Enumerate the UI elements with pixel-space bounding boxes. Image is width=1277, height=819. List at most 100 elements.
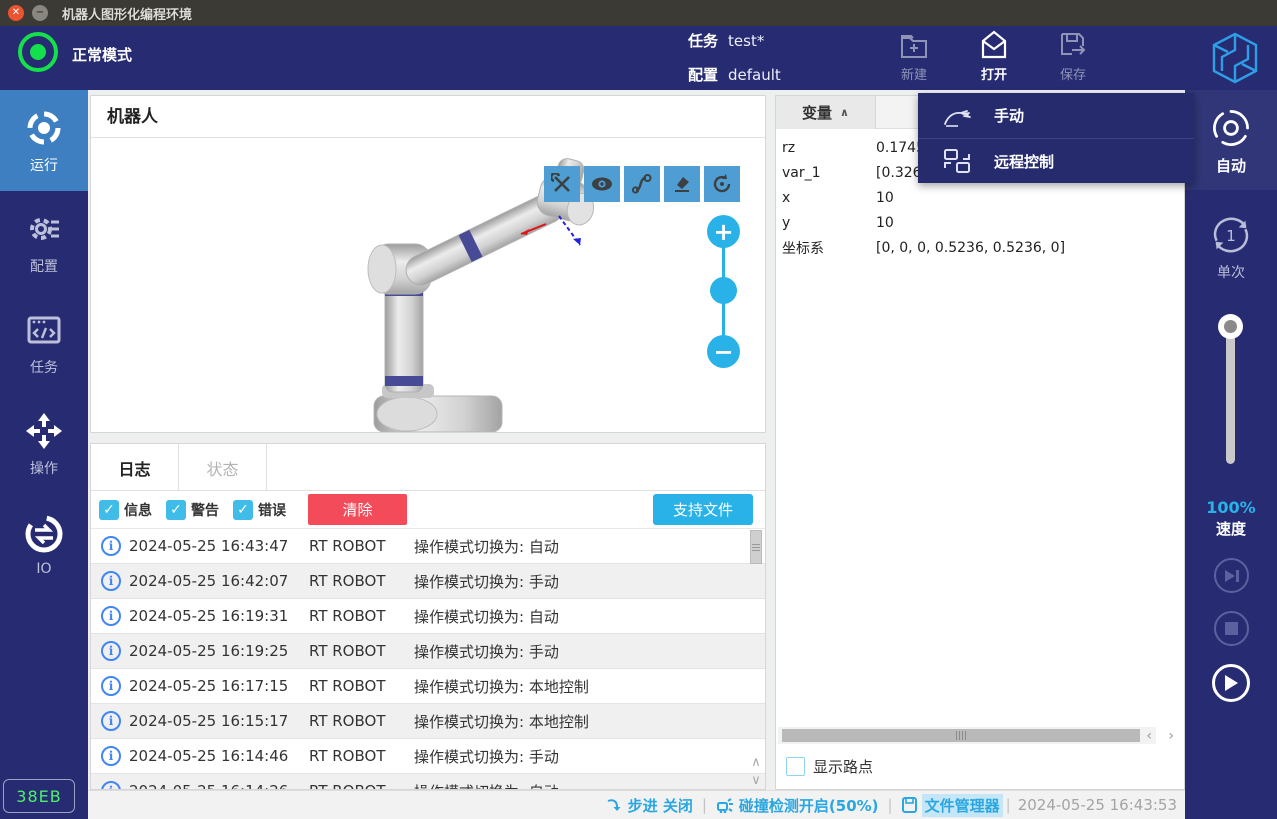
filter-warning-checkbox[interactable]: ✓ xyxy=(166,500,186,520)
save-task-button[interactable]: 保存 xyxy=(1041,28,1105,88)
log-message: 操作模式切换为: 手动 xyxy=(414,641,765,662)
config-field: 配置default xyxy=(688,64,781,85)
log-message: 操作模式切换为: 手动 xyxy=(414,571,765,592)
variable-row[interactable]: y 10 xyxy=(776,210,1184,235)
status-divider: | xyxy=(888,796,893,814)
stop-icon xyxy=(1225,622,1238,635)
scroll-down-icon[interactable]: ∨ xyxy=(749,773,763,789)
zoom-in-button[interactable]: + xyxy=(707,215,740,248)
variable-value: 10 xyxy=(876,190,1184,206)
step-over-button[interactable] xyxy=(1214,558,1249,593)
filter-error-checkbox[interactable]: ✓ xyxy=(233,500,253,520)
single-cycle-icon: 1 xyxy=(1207,212,1255,258)
scroll-up-icon[interactable]: ∧ xyxy=(749,755,763,771)
status-divider: | xyxy=(702,796,707,814)
sidebar-item-io[interactable]: IO xyxy=(0,494,88,595)
new-task-button[interactable]: 新建 xyxy=(882,28,946,88)
zoom-control: + − xyxy=(707,215,741,368)
variables-collapse-tab[interactable]: 变量 ∧ xyxy=(776,96,876,129)
filter-info-checkbox[interactable]: ✓ xyxy=(99,500,119,520)
collision-status[interactable]: 碰撞检测开启(50%) xyxy=(716,795,879,816)
show-waypoints-label: 显示路点 xyxy=(813,756,873,777)
sidebar-item-label: 配置 xyxy=(30,256,58,276)
variables-panel: 变量 ∧ rz 0.1745 var_1 [0.326 x 10 y 10 坐标 xyxy=(775,95,1185,790)
variable-row[interactable]: x 10 xyxy=(776,185,1184,210)
hscrollbar-thumb[interactable] xyxy=(782,729,1140,742)
variable-row[interactable]: 坐标系 [0, 0, 0, 0.5236, 0.5236, 0] xyxy=(776,235,1184,260)
step-icon xyxy=(606,798,623,813)
log-row[interactable]: i 2024-05-25 16:19:25 RT ROBOT 操作模式切换为: … xyxy=(91,634,765,669)
play-button[interactable] xyxy=(1212,664,1250,702)
log-time: 2024-05-25 16:17:15 xyxy=(129,677,309,695)
single-run-label: 单次 xyxy=(1217,262,1245,282)
log-message: 操作模式切换为: 本地控制 xyxy=(414,676,765,697)
show-waypoints-checkbox[interactable] xyxy=(786,757,805,776)
stop-button[interactable] xyxy=(1214,611,1249,646)
hand-icon xyxy=(942,104,972,128)
support-file-button[interactable]: 支持文件 xyxy=(653,494,753,525)
save-icon xyxy=(1056,28,1090,62)
window-title: 机器人图形化编程环境 xyxy=(62,4,192,23)
tools-button[interactable] xyxy=(544,166,580,202)
clear-log-button[interactable]: 清除 xyxy=(308,494,407,525)
filter-info-label: 信息 xyxy=(124,500,152,520)
log-time: 2024-05-25 16:14:46 xyxy=(129,747,309,765)
reset-view-button[interactable] xyxy=(704,166,740,202)
tab-status[interactable]: 状态 xyxy=(179,444,267,491)
info-icon: i xyxy=(101,711,121,731)
window-titlebar: ✕ − 机器人图形化编程环境 xyxy=(0,0,1277,26)
variable-value: 10 xyxy=(876,215,1184,231)
speed-slider-track[interactable] xyxy=(1226,324,1235,464)
zoom-slider-knob[interactable] xyxy=(710,277,737,304)
log-row[interactable]: i 2024-05-25 16:14:26 RT ROBOT 操作模式切换为: … xyxy=(91,774,765,789)
variables-hscrollbar xyxy=(778,727,1156,744)
minimize-icon[interactable]: − xyxy=(32,5,48,21)
path-button[interactable] xyxy=(624,166,660,202)
log-row[interactable]: i 2024-05-25 16:14:46 RT ROBOT 操作模式切换为: … xyxy=(91,739,765,774)
scrollbar-thumb[interactable] xyxy=(750,530,762,564)
new-file-icon xyxy=(897,28,931,62)
sidebar-item-run[interactable]: 运行 xyxy=(0,90,88,191)
file-manager-icon xyxy=(902,797,917,813)
sidebar-item-config[interactable]: 配置 xyxy=(0,191,88,292)
robot-3d-view[interactable]: + − xyxy=(91,138,765,432)
log-row[interactable]: i 2024-05-25 16:42:07 RT ROBOT 操作模式切换为: … xyxy=(91,564,765,599)
single-run-button[interactable]: 1 单次 xyxy=(1185,212,1277,282)
info-icon: i xyxy=(101,746,121,766)
log-source: RT ROBOT xyxy=(309,642,414,660)
log-list: i 2024-05-25 16:43:47 RT ROBOT 操作模式切换为: … xyxy=(91,528,765,789)
menu-item-remote[interactable]: 远程控制 xyxy=(918,138,1194,183)
variable-name: rz xyxy=(782,140,876,156)
visibility-button[interactable] xyxy=(584,166,620,202)
tab-log[interactable]: 日志 xyxy=(91,444,179,491)
close-icon[interactable]: ✕ xyxy=(8,5,24,21)
log-message: 操作模式切换为: 本地控制 xyxy=(414,711,765,732)
erase-button[interactable] xyxy=(664,166,700,202)
file-manager-button[interactable]: 文件管理器 xyxy=(902,794,1003,817)
speed-slider-knob[interactable] xyxy=(1218,314,1243,339)
variable-name: y xyxy=(782,215,876,231)
log-row[interactable]: i 2024-05-25 16:19:31 RT ROBOT 操作模式切换为: … xyxy=(91,599,765,634)
log-time: 2024-05-25 16:14:26 xyxy=(129,782,309,789)
variables-title: 变量 xyxy=(802,102,832,123)
hscroll-arrows[interactable]: ‹ › xyxy=(1146,728,1180,744)
log-source: RT ROBOT xyxy=(309,747,414,765)
auto-mode-label: 自动 xyxy=(1216,155,1246,176)
menu-item-manual[interactable]: 手动 xyxy=(918,93,1194,138)
auto-mode-button[interactable]: 自动 xyxy=(1185,90,1277,190)
top-bar: 正常模式 任务test* 配置default 新建 打开 保存 xyxy=(0,26,1277,90)
sidebar-item-task[interactable]: 任务 xyxy=(0,292,88,393)
variable-value: [0, 0, 0, 0.5236, 0.5236, 0] xyxy=(876,240,1184,256)
sidebar-item-operate[interactable]: 操作 xyxy=(0,393,88,494)
zoom-out-button[interactable]: − xyxy=(707,335,740,368)
step-mode-status[interactable]: 步进 关闭 xyxy=(606,795,693,816)
run-icon xyxy=(23,107,65,149)
sidebar-item-label: IO xyxy=(36,561,51,577)
log-row[interactable]: i 2024-05-25 16:43:47 RT ROBOT 操作模式切换为: … xyxy=(91,529,765,564)
file-manager-label: 文件管理器 xyxy=(922,794,1003,817)
log-row[interactable]: i 2024-05-25 16:17:15 RT ROBOT 操作模式切换为: … xyxy=(91,669,765,704)
open-task-button[interactable]: 打开 xyxy=(962,28,1026,88)
log-row[interactable]: i 2024-05-25 16:15:17 RT ROBOT 操作模式切换为: … xyxy=(91,704,765,739)
filter-warning-label: 警告 xyxy=(191,500,219,520)
collision-label: 碰撞检测开启(50%) xyxy=(739,795,879,816)
